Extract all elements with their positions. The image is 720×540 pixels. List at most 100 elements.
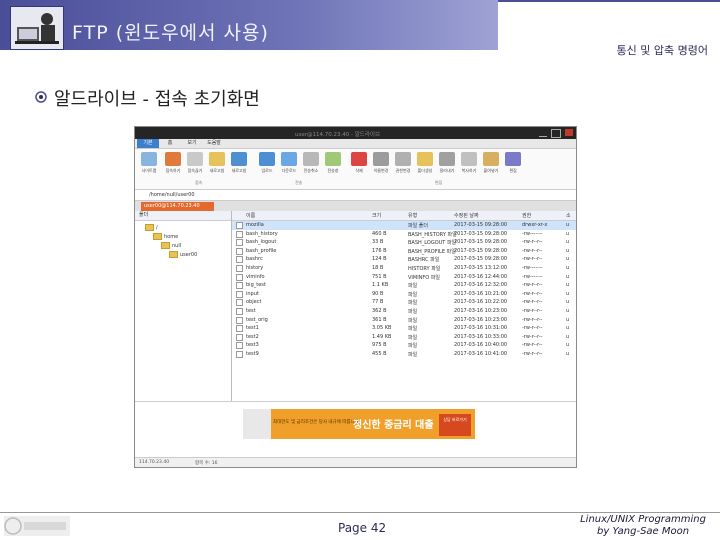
tab-view[interactable]: 보기 [181, 139, 203, 148]
table-row[interactable]: test2 1.49 KB 파일 2017-03-16 10:33:00 -rw-r--… [232, 333, 576, 342]
column-name[interactable]: 이름 [246, 212, 255, 219]
table-row[interactable]: bash_logout 33 B BASH_LOGOUT 파일 2017-03-15 … [232, 238, 576, 247]
refresh-icon[interactable] [209, 152, 225, 166]
ribbon-tabs: 기본 홈 보기 도움말 [135, 139, 576, 149]
table-row[interactable]: history 18 B HISTORY 파일 2017-03-15 13:12:00… [232, 264, 576, 273]
column-type[interactable]: 유형 [408, 212, 417, 219]
ribbon-label: 새로고침 [231, 168, 247, 173]
table-row[interactable]: viminfo 751 B VIMINFO 파일 2017-03-16 12:44:0… [232, 273, 576, 282]
cell-type: 파일 [408, 317, 418, 324]
ribbon-label: 전송취소 [303, 168, 319, 173]
file-list-header: 이름 크기 유형 수정된 날짜 권한 소 [232, 211, 576, 221]
tree-node-root[interactable]: / [145, 224, 158, 231]
cell-o: u [566, 350, 570, 357]
tree-node-label: user00 [180, 251, 198, 258]
table-row[interactable]: test_orig 361 B 파일 2017-03-16 10:23:00 -rw-r… [232, 316, 576, 325]
session-tab[interactable]: user00@114.70.23.40 [141, 202, 214, 211]
delete-icon[interactable] [351, 152, 367, 166]
connect-icon[interactable] [165, 152, 181, 166]
minimize-icon[interactable] [539, 129, 547, 137]
cell-size: 1.49 KB [372, 333, 392, 340]
row-checkbox[interactable] [236, 333, 243, 341]
ribbon-group-label: 편집 [435, 180, 443, 185]
table-row[interactable]: bashrc 124 B BASHRC 파일 2017-03-15 09:28:00 -… [232, 255, 576, 264]
table-row[interactable]: bash_profile 176 B BASH_PROFILE 파일 2017-03-… [232, 247, 576, 256]
chapter-subtitle: 통신 및 압축 명령어 [616, 44, 708, 57]
tab-home[interactable]: 홈 [159, 139, 181, 148]
disconnect-icon[interactable] [187, 152, 203, 166]
cell-o: u [566, 256, 570, 263]
cell-date: 2017-03-15 09:28:00 [454, 222, 508, 228]
address-path: /home/null/user00 [149, 192, 195, 198]
download-icon[interactable] [281, 152, 297, 166]
copy-icon[interactable] [461, 152, 477, 166]
table-row[interactable]: mozilla 파일 폴더 2017-03-15 09:28:00 drwxr-xr-… [232, 221, 576, 230]
row-checkbox[interactable] [236, 350, 243, 358]
table-row[interactable]: test9 455 B 파일 2017-03-16 10:41:00 -rw-r--r-… [232, 350, 576, 359]
column-size[interactable]: 크기 [372, 212, 381, 219]
window-titlebar: user@114.70.23.40 - 알드라이브 [135, 127, 576, 139]
row-checkbox[interactable] [236, 273, 243, 281]
transfer-window-icon[interactable] [325, 152, 341, 166]
tab-help[interactable]: 도움말 [203, 139, 225, 148]
row-checkbox[interactable] [236, 222, 243, 229]
cell-name: mozilla [246, 222, 264, 228]
table-row[interactable]: test 362 B 파일 2017-03-16 10:23:00 -rw-r--r--… [232, 307, 576, 316]
ad-banner: 최대한도 및 금리조건은 당사 내규에 따릅니다. 정신한 중금리 대출 상담 … [135, 401, 576, 458]
address-bar[interactable]: /home/null/user00 [135, 190, 576, 201]
row-checkbox[interactable] [236, 230, 243, 238]
course-credit: Linux/UNIX Programming by Yang-Sae Moon [580, 514, 706, 538]
row-checkbox[interactable] [236, 325, 243, 333]
row-checkbox[interactable] [236, 239, 243, 247]
tree-node-null[interactable]: null [161, 242, 181, 249]
sitemap-icon[interactable] [141, 152, 157, 166]
row-checkbox[interactable] [236, 342, 243, 350]
university-logo [4, 516, 70, 536]
cut-icon[interactable] [439, 152, 455, 166]
row-checkbox[interactable] [236, 307, 243, 315]
rename-icon[interactable] [373, 152, 389, 166]
row-checkbox[interactable] [236, 247, 243, 255]
ribbon-label: 새로고침 [209, 168, 225, 173]
row-checkbox[interactable] [236, 290, 243, 298]
ribbon-label: 폴더생성 [417, 168, 433, 173]
upload-icon[interactable] [259, 152, 275, 166]
table-row[interactable]: test3 975 B 파일 2017-03-16 10:40:00 -rw-r--r-… [232, 341, 576, 350]
row-checkbox[interactable] [236, 264, 243, 272]
cancel-transfer-icon[interactable] [303, 152, 319, 166]
permission-icon[interactable] [395, 152, 411, 166]
cell-perm: -rw-r--r-- [522, 342, 543, 349]
table-row[interactable]: test1 3.05 KB 파일 2017-03-16 10:31:00 -rw-r--… [232, 324, 576, 333]
row-checkbox[interactable] [236, 256, 243, 264]
table-row[interactable]: bash_history 460 B BASH_HISTORY 파일 2017-03-… [232, 230, 576, 239]
column-owner[interactable]: 소 [566, 212, 571, 219]
maximize-icon[interactable] [551, 129, 561, 138]
tree-node-user00[interactable]: user00 [169, 251, 197, 258]
table-row[interactable]: input 90 B 파일 2017-03-16 10:21:00 -rw-r--r--… [232, 290, 576, 299]
cell-perm: -rw-r--r-- [522, 307, 543, 314]
cell-perm: drwxr-xr-x [522, 222, 548, 228]
column-date[interactable]: 수정된 날짜 [454, 212, 479, 219]
row-checkbox[interactable] [236, 282, 243, 290]
close-icon[interactable] [565, 129, 573, 136]
row-checkbox[interactable] [236, 299, 243, 307]
cell-date: 2017-03-16 10:22:00 [454, 299, 508, 306]
cell-date: 2017-03-16 10:33:00 [454, 333, 508, 340]
table-row[interactable]: object 77 B 파일 2017-03-16 10:22:00 -rw-r--r-… [232, 298, 576, 307]
cell-type: 파일 [408, 291, 418, 298]
row-checkbox[interactable] [236, 316, 243, 324]
new-folder-icon[interactable] [417, 152, 433, 166]
edit-icon[interactable] [505, 152, 521, 166]
ribbon-label: 권한변경 [395, 168, 411, 173]
status-server: 114.70.23.40 [139, 460, 170, 465]
column-permission[interactable]: 권한 [522, 212, 531, 219]
tree-node-home[interactable]: home [153, 233, 178, 240]
reload-icon[interactable] [231, 152, 247, 166]
ad-button[interactable]: 상담 바로가기 [439, 414, 471, 436]
tab-basic[interactable]: 기본 [137, 139, 159, 148]
cell-o: u [566, 299, 570, 306]
table-row[interactable]: big_test 1.1 KB 파일 2017-03-16 12:32:00 -rw-r… [232, 281, 576, 290]
ad-box[interactable]: 최대한도 및 금리조건은 당사 내규에 따릅니다. 정신한 중금리 대출 상담 … [243, 409, 475, 439]
cell-perm: -rw-r--r-- [522, 333, 543, 340]
paste-icon[interactable] [483, 152, 499, 166]
